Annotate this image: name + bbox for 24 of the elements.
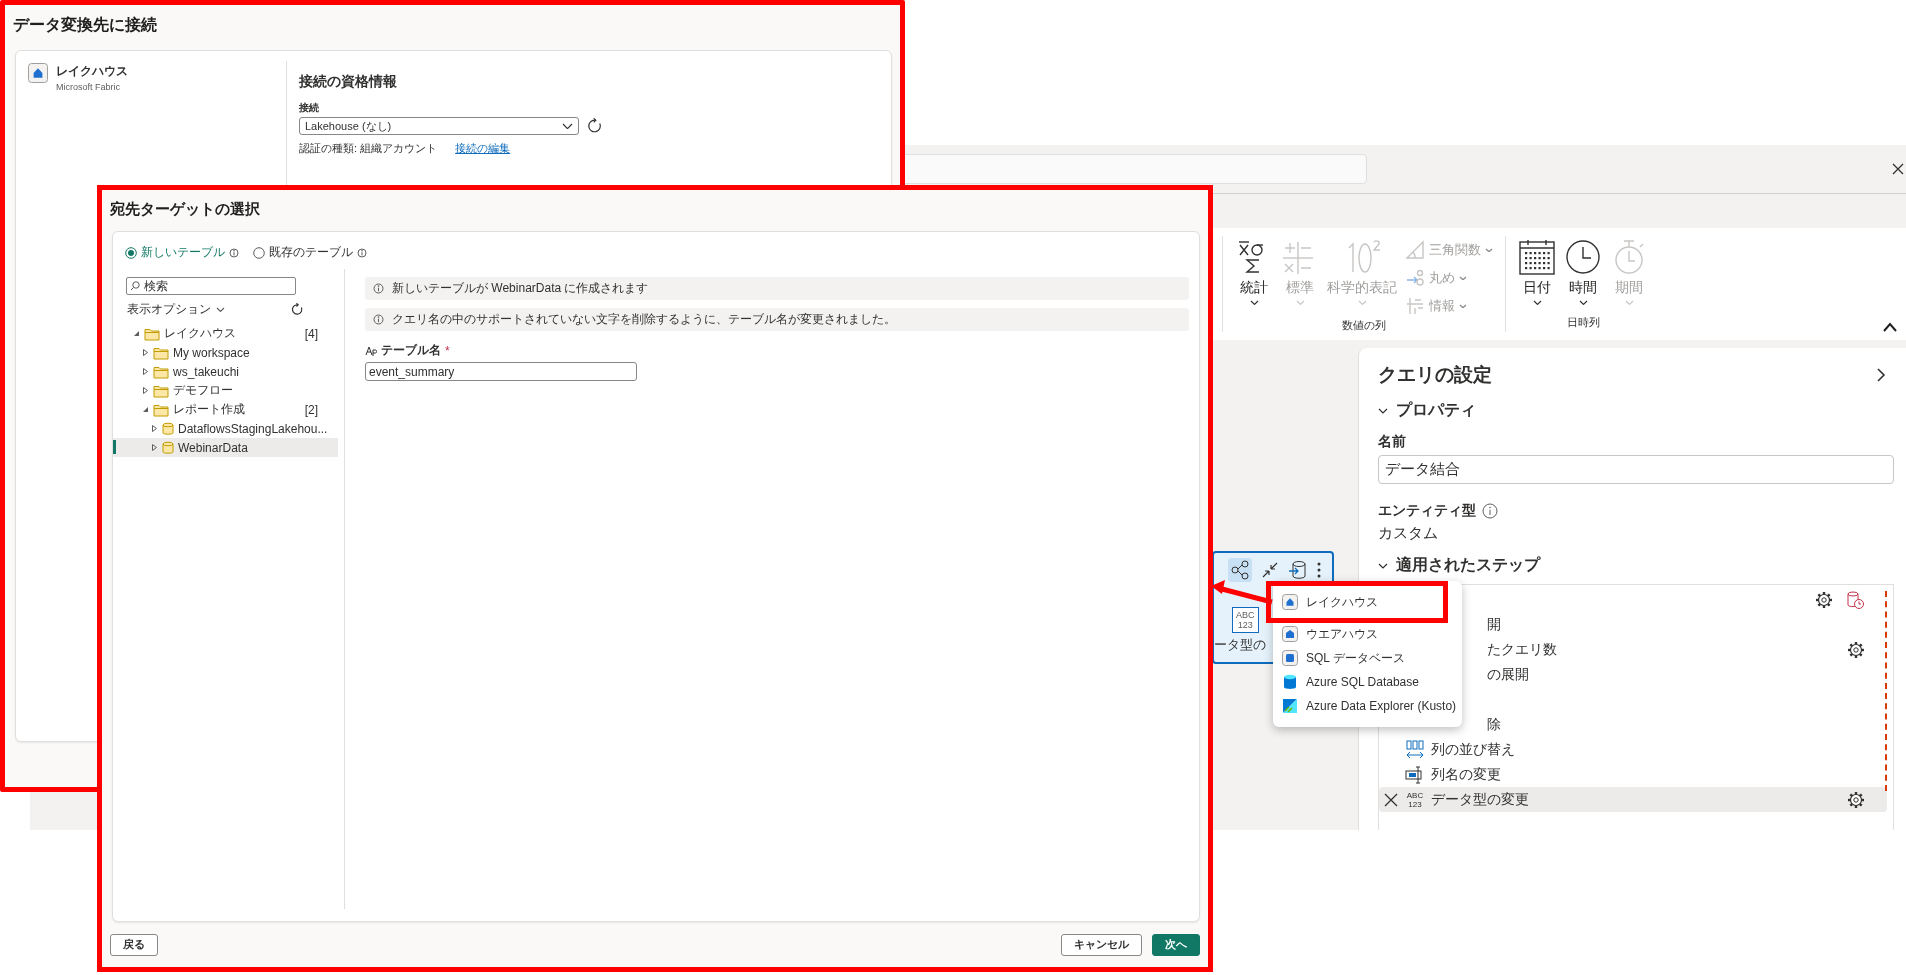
item-count: [4] bbox=[304, 326, 318, 341]
item-count: [2] bbox=[304, 402, 318, 417]
dialog-title: データ変換先に接続 bbox=[12, 15, 158, 35]
step-label: ータ型の bbox=[1214, 636, 1266, 654]
type-label: ABC 123 bbox=[1406, 790, 1424, 809]
group-label: 日時列 bbox=[1566, 315, 1600, 330]
section-heading: 適用されたステップ bbox=[1396, 555, 1540, 575]
source-provider: Microsoft Fabric bbox=[56, 82, 121, 92]
section-heading: プロパティ bbox=[1396, 400, 1476, 420]
dialog-title: 宛先ターゲットの選択 bbox=[109, 199, 261, 219]
message-text: 新しいテーブルが WebinarData に作成されます bbox=[392, 280, 649, 297]
auth-type-text: 認証の種類: 組織アカウント bbox=[299, 141, 438, 156]
message-text: クエリ名の中のサポートされていない文字を削除するように、テーブル名が変更されました。 bbox=[392, 311, 896, 328]
required-mark: * bbox=[445, 343, 450, 358]
field-label: エンティティ型 bbox=[1378, 502, 1476, 520]
source-name: レイクハウス bbox=[56, 63, 128, 80]
group-label: 数値の列 bbox=[1342, 318, 1386, 333]
field-label: テーブル名 bbox=[381, 342, 441, 359]
field-label: 名前 bbox=[1378, 433, 1407, 451]
field-value: カスタム bbox=[1378, 524, 1439, 543]
section-heading: 接続の資格情報 bbox=[299, 73, 398, 91]
panel-title: クエリの設定 bbox=[1378, 363, 1492, 387]
field-label: 接続 bbox=[299, 101, 320, 115]
type-label: ABC 123 bbox=[1232, 607, 1259, 633]
